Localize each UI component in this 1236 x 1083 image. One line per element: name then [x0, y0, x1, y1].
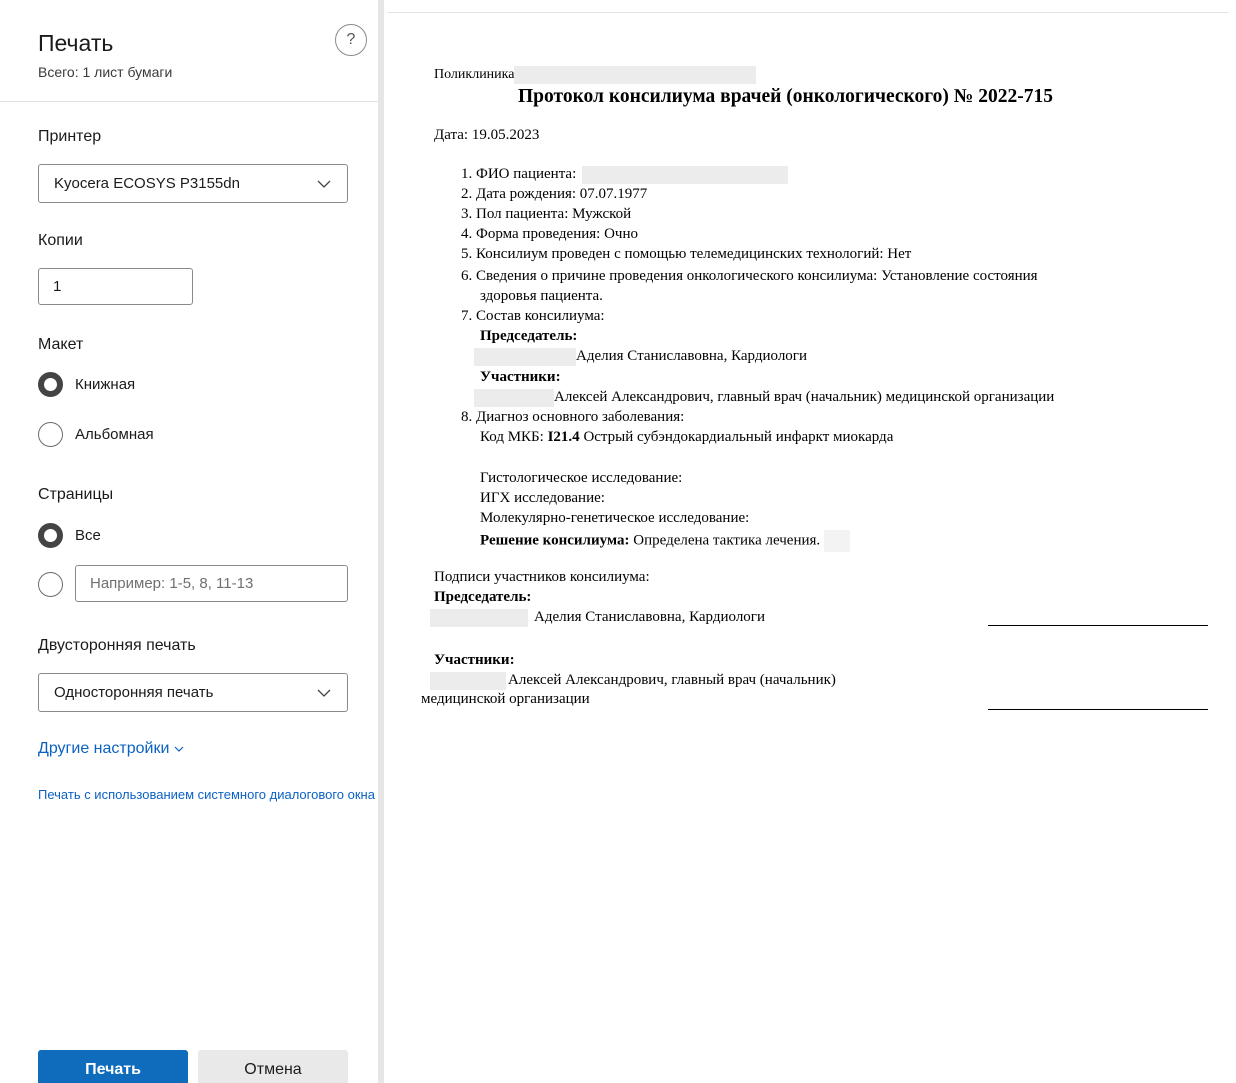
pages-all-option[interactable]: Все: [38, 522, 101, 548]
copies-input[interactable]: [38, 268, 193, 305]
clinic-label: Поликлиника: [434, 67, 515, 82]
item-telemedicine: 5. Консилиум проведен с помощью телемеди…: [461, 246, 912, 262]
radio-pages-all[interactable]: [38, 522, 63, 548]
chevron-down-icon: [317, 689, 331, 697]
radio-portrait[interactable]: [38, 371, 63, 397]
histology-line: Гистологическое исследование:: [480, 470, 683, 486]
pages-all-label: Все: [75, 526, 101, 544]
signature-chair-name: Аделия Станиславовна, Кардиологи: [534, 609, 765, 625]
member-signature-line: [988, 709, 1208, 710]
pages-custom-option[interactable]: [38, 571, 63, 597]
system-dialog-link[interactable]: Печать с использованием системного диало…: [38, 787, 378, 802]
mkb-prefix: Код МКБ:: [480, 429, 544, 445]
signature-member-org: медицинской организации: [421, 691, 590, 707]
item-patient-name: 1. ФИО пациента:: [461, 165, 789, 184]
signatures-heading: Подписи участников консилиума:: [434, 569, 650, 585]
dialog-title: Печать: [38, 30, 114, 56]
chair-name: Аделия Станиславовна, Кардиологи: [576, 348, 807, 364]
chair-heading: Председатель:: [480, 328, 578, 344]
document-date: Дата: 19.05.2023: [434, 127, 540, 143]
mkb-code: I21.4: [547, 429, 580, 445]
printer-select-value: Kyocera ECOSYS P3155dn: [54, 175, 240, 192]
signature-members-heading: Участники:: [434, 652, 515, 668]
redacted-patient-name: [582, 165, 789, 184]
duplex-select[interactable]: Односторонняя печать: [38, 673, 348, 712]
duplex-label: Двусторонняя печать: [38, 637, 196, 654]
item-reason-cont: здоровья пациента.: [480, 288, 603, 304]
member-entry: Алексей Александрович, главный врач (нач…: [474, 388, 1054, 407]
header-divider: [0, 101, 378, 102]
printer-select[interactable]: Kyocera ECOSYS P3155dn: [38, 164, 348, 203]
pages-label: Страницы: [38, 486, 114, 503]
clinic-line: Поликлиника: [434, 65, 757, 84]
patient-name-label: 1. ФИО пациента:: [461, 166, 577, 182]
signature-chair-heading: Председатель:: [434, 589, 532, 605]
print-settings-panel: Печать Всего: 1 лист бумаги ? Принтер Ky…: [0, 0, 378, 1083]
redacted-decision-extra: [823, 530, 850, 552]
radio-pages-custom[interactable]: [38, 571, 63, 597]
decision-line: Решение консилиума: Определена тактика л…: [480, 530, 850, 552]
item-diagnosis: 8. Диагноз основного заболевания:: [461, 409, 685, 425]
redacted-clinic-name: [514, 65, 757, 84]
print-button[interactable]: Печать: [38, 1050, 188, 1083]
item-sex: 3. Пол пациента: Мужской: [461, 206, 632, 222]
igh-line: ИГХ исследование:: [480, 490, 605, 506]
member-name: Алексей Александрович, главный врач (нач…: [554, 389, 1055, 405]
mkb-line: Код МКБ: I21.4 Острый субэндокардиальный…: [480, 428, 893, 447]
members-heading: Участники:: [480, 369, 561, 385]
pages-range-input[interactable]: [75, 565, 348, 602]
duplex-select-value: Односторонняя печать: [54, 684, 214, 701]
molecular-line: Молекулярно-генетическое исследование:: [480, 510, 750, 526]
redacted-chair-surname: [474, 347, 576, 366]
redacted-member-surname: [474, 388, 554, 407]
more-settings-label: Другие настройки: [38, 740, 170, 757]
layout-portrait-label: Книжная: [75, 375, 136, 393]
page-edge: [388, 12, 1228, 13]
item-reason: 6. Сведения о причине проведения онколог…: [461, 268, 1038, 284]
printer-label: Принтер: [38, 128, 102, 145]
copies-label: Копии: [38, 232, 83, 249]
redacted-signature-chair-surname: [430, 608, 528, 627]
document-title: Протокол консилиума врачей (онкологическ…: [518, 86, 1053, 107]
sheet-count: Всего: 1 лист бумаги: [38, 64, 173, 80]
chevron-down-icon: [317, 180, 331, 188]
chair-signature-line: [988, 625, 1208, 626]
redacted-signature-member-surname: [430, 671, 506, 690]
more-settings-link[interactable]: Другие настройки: [38, 740, 184, 758]
mkb-text: Острый субэндокардиальный инфаркт миокар…: [583, 429, 894, 445]
print-preview-page: Поликлиника Протокол консилиума врачей (…: [384, 0, 1236, 1083]
decision-label: Решение консилиума:: [480, 532, 630, 549]
chevron-down-icon: [174, 746, 184, 752]
layout-landscape-option[interactable]: Альбомная: [38, 421, 154, 447]
signature-member-name: Алексей Александрович, главный врач (нач…: [508, 672, 836, 688]
radio-landscape[interactable]: [38, 421, 63, 447]
layout-label: Макет: [38, 336, 84, 353]
layout-portrait-option[interactable]: Книжная: [38, 371, 135, 397]
chair-entry: Аделия Станиславовна, Кардиологи: [474, 347, 807, 366]
item-form: 4. Форма проведения: Очно: [461, 226, 638, 242]
cancel-button[interactable]: Отмена: [198, 1050, 348, 1083]
signature-chair-entry: Аделия Станиславовна, Кардиологи: [430, 608, 765, 627]
help-icon[interactable]: ?: [335, 24, 367, 56]
item-birth-date: 2. Дата рождения: 07.07.1977: [461, 186, 648, 202]
item-composition: 7. Состав консилиума:: [461, 308, 605, 324]
decision-text: Определена тактика лечения.: [633, 532, 821, 549]
layout-landscape-label: Альбомная: [75, 425, 154, 443]
signature-member-entry: Алексей Александрович, главный врач (нач…: [430, 671, 836, 690]
